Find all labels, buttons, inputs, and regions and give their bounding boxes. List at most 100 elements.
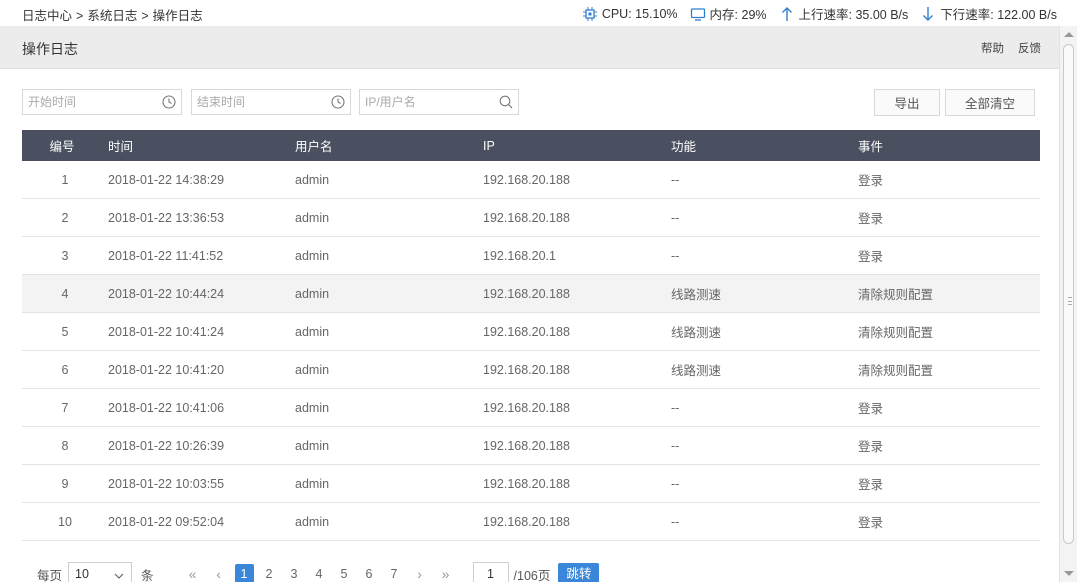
cell-id: 1 <box>61 172 69 187</box>
help-link[interactable]: 帮助 <box>981 40 1004 56</box>
arrow-down-icon <box>920 6 936 22</box>
cell-event: 清除规则配置 <box>858 288 934 302</box>
cell-ip: 192.168.20.1 <box>483 248 556 263</box>
feedback-link[interactable]: 反馈 <box>1018 40 1041 56</box>
cell-function: -- <box>671 476 680 491</box>
page-number-6[interactable]: 6 <box>360 564 379 582</box>
per-page-select[interactable]: 10 <box>68 562 133 582</box>
column-header-ip: IP <box>483 138 495 153</box>
top-bar: 日志中心 > 系统日志 > 操作日志 CPU: 15.10% 内存: 29% 上行速率:… <box>0 0 1077 26</box>
cell-username: admin <box>295 400 330 415</box>
table-row[interactable]: 1 2018-01-22 14:38:29 admin 192.168.20.188 -… <box>22 161 1040 199</box>
table-row[interactable]: 2 2018-01-22 13:36:53 admin 192.168.20.188 -… <box>22 199 1040 237</box>
page-number-3[interactable]: 3 <box>285 564 304 582</box>
cell-username: admin <box>295 324 330 339</box>
cell-id: 3 <box>61 248 69 263</box>
column-header-function: 功能 <box>671 140 697 154</box>
table-row[interactable]: 6 2018-01-22 10:41:20 admin 192.168.20.188 线… <box>22 351 1040 389</box>
log-table: 编号 时间 用户名 IP 功能 事件 1 2018-01-22 14:38:29 a… <box>22 130 1040 541</box>
memory-monitor-icon <box>690 6 706 22</box>
cell-ip: 192.168.20.188 <box>483 476 570 491</box>
scrollbar-thumb[interactable] <box>1063 44 1074 544</box>
cell-id: 10 <box>58 514 72 529</box>
export-button[interactable]: 导出 <box>874 89 940 116</box>
cell-username: admin <box>295 248 330 263</box>
table-row[interactable]: 9 2018-01-22 10:03:55 admin 192.168.20.188 -… <box>22 465 1040 503</box>
cell-time: 2018-01-22 14:38:29 <box>108 172 225 187</box>
column-header-time: 时间 <box>108 140 134 154</box>
page-number-4[interactable]: 4 <box>310 564 329 582</box>
cell-function: 线路测速 <box>671 326 722 340</box>
page-number-2[interactable]: 2 <box>260 564 279 582</box>
search-icon[interactable] <box>498 94 514 110</box>
table-row[interactable]: 3 2018-01-22 11:41:52 admin 192.168.20.1 -- 登… <box>22 237 1040 275</box>
next-page-icon[interactable]: › <box>412 566 428 582</box>
last-page-icon[interactable]: » <box>438 566 454 582</box>
download-stat: 下行速率: 122.00 B/s <box>920 4 1057 23</box>
start-time-input[interactable] <box>23 90 153 114</box>
cell-function: -- <box>671 514 680 529</box>
search-input[interactable] <box>360 90 490 114</box>
breadcrumb-log-center[interactable]: 日志中心 <box>22 9 72 23</box>
chevron-down-icon <box>113 567 125 579</box>
first-page-icon[interactable]: « <box>185 566 201 582</box>
cell-username: admin <box>295 514 330 529</box>
cell-username: admin <box>295 210 330 225</box>
cell-function: -- <box>671 400 680 415</box>
cell-event: 登录 <box>858 174 884 188</box>
cell-event: 登录 <box>858 440 884 454</box>
clock-icon[interactable] <box>330 94 346 110</box>
vertical-scrollbar[interactable] <box>1059 26 1077 582</box>
table-row[interactable]: 8 2018-01-22 10:26:39 admin 192.168.20.188 -… <box>22 427 1040 465</box>
jump-page-input[interactable]: 1 <box>472 562 509 582</box>
total-pages-label: /106页 <box>513 568 551 582</box>
cell-ip: 192.168.20.188 <box>483 286 570 301</box>
table-row[interactable]: 4 2018-01-22 10:44:24 admin 192.168.20.188 线… <box>22 275 1040 313</box>
table-row[interactable]: 10 2018-01-22 09:52:04 admin 192.168.20.188… <box>22 503 1040 541</box>
cell-username: admin <box>295 172 330 187</box>
header-links: 帮助 反馈 <box>981 40 1041 56</box>
clock-icon[interactable] <box>161 94 177 110</box>
end-time-input[interactable] <box>192 90 322 114</box>
scroll-down-icon[interactable] <box>1064 571 1074 576</box>
page-number-1[interactable]: 1 <box>234 564 254 582</box>
memory-value: 内存: 29% <box>709 8 767 22</box>
cell-time: 2018-01-22 11:41:52 <box>108 248 224 263</box>
page-number-5[interactable]: 5 <box>335 564 354 582</box>
cell-ip: 192.168.20.188 <box>483 400 570 415</box>
pagination: 每页 10 条 « ‹ 1234567 › » 1 /106页 跳转 <box>37 562 600 582</box>
per-page-label: 每页 <box>37 568 63 582</box>
upload-stat: 上行速率: 35.00 B/s <box>779 4 909 23</box>
end-time-field[interactable] <box>191 89 351 115</box>
cell-id: 8 <box>61 438 69 453</box>
cell-id: 4 <box>61 286 69 301</box>
page-number-7[interactable]: 7 <box>385 564 404 582</box>
cell-ip: 192.168.20.188 <box>483 172 570 187</box>
memory-stat: 内存: 29% <box>690 4 767 23</box>
cell-username: admin <box>295 476 330 491</box>
cell-ip: 192.168.20.188 <box>483 438 570 453</box>
scroll-up-icon[interactable] <box>1064 32 1074 37</box>
upload-value: 上行速率: 35.00 B/s <box>798 8 909 22</box>
prev-page-icon[interactable]: ‹ <box>211 566 227 582</box>
cell-function: -- <box>671 172 680 187</box>
cell-event: 登录 <box>858 212 884 226</box>
table-row[interactable]: 5 2018-01-22 10:41:24 admin 192.168.20.188 线… <box>22 313 1040 351</box>
breadcrumb-system-log[interactable]: 系统日志 <box>87 9 137 23</box>
start-time-field[interactable] <box>22 89 182 115</box>
cell-time: 2018-01-22 10:44:24 <box>108 286 225 301</box>
search-field[interactable] <box>359 89 519 115</box>
table-row[interactable]: 7 2018-01-22 10:41:06 admin 192.168.20.188 -… <box>22 389 1040 427</box>
cell-function: -- <box>671 438 680 453</box>
cell-event: 登录 <box>858 516 884 530</box>
cell-ip: 192.168.20.188 <box>483 210 570 225</box>
cell-ip: 192.168.20.188 <box>483 324 570 339</box>
cell-time: 2018-01-22 13:36:53 <box>108 210 225 225</box>
breadcrumb-separator: > <box>141 9 149 23</box>
clear-all-button[interactable]: 全部清空 <box>945 89 1035 116</box>
cell-time: 2018-01-22 10:26:39 <box>108 438 225 453</box>
download-value: 下行速率: 122.00 B/s <box>940 8 1057 22</box>
cell-time: 2018-01-22 10:03:55 <box>108 476 225 491</box>
cell-time: 2018-01-22 10:41:06 <box>108 400 225 415</box>
jump-button[interactable]: 跳转 <box>558 563 600 582</box>
